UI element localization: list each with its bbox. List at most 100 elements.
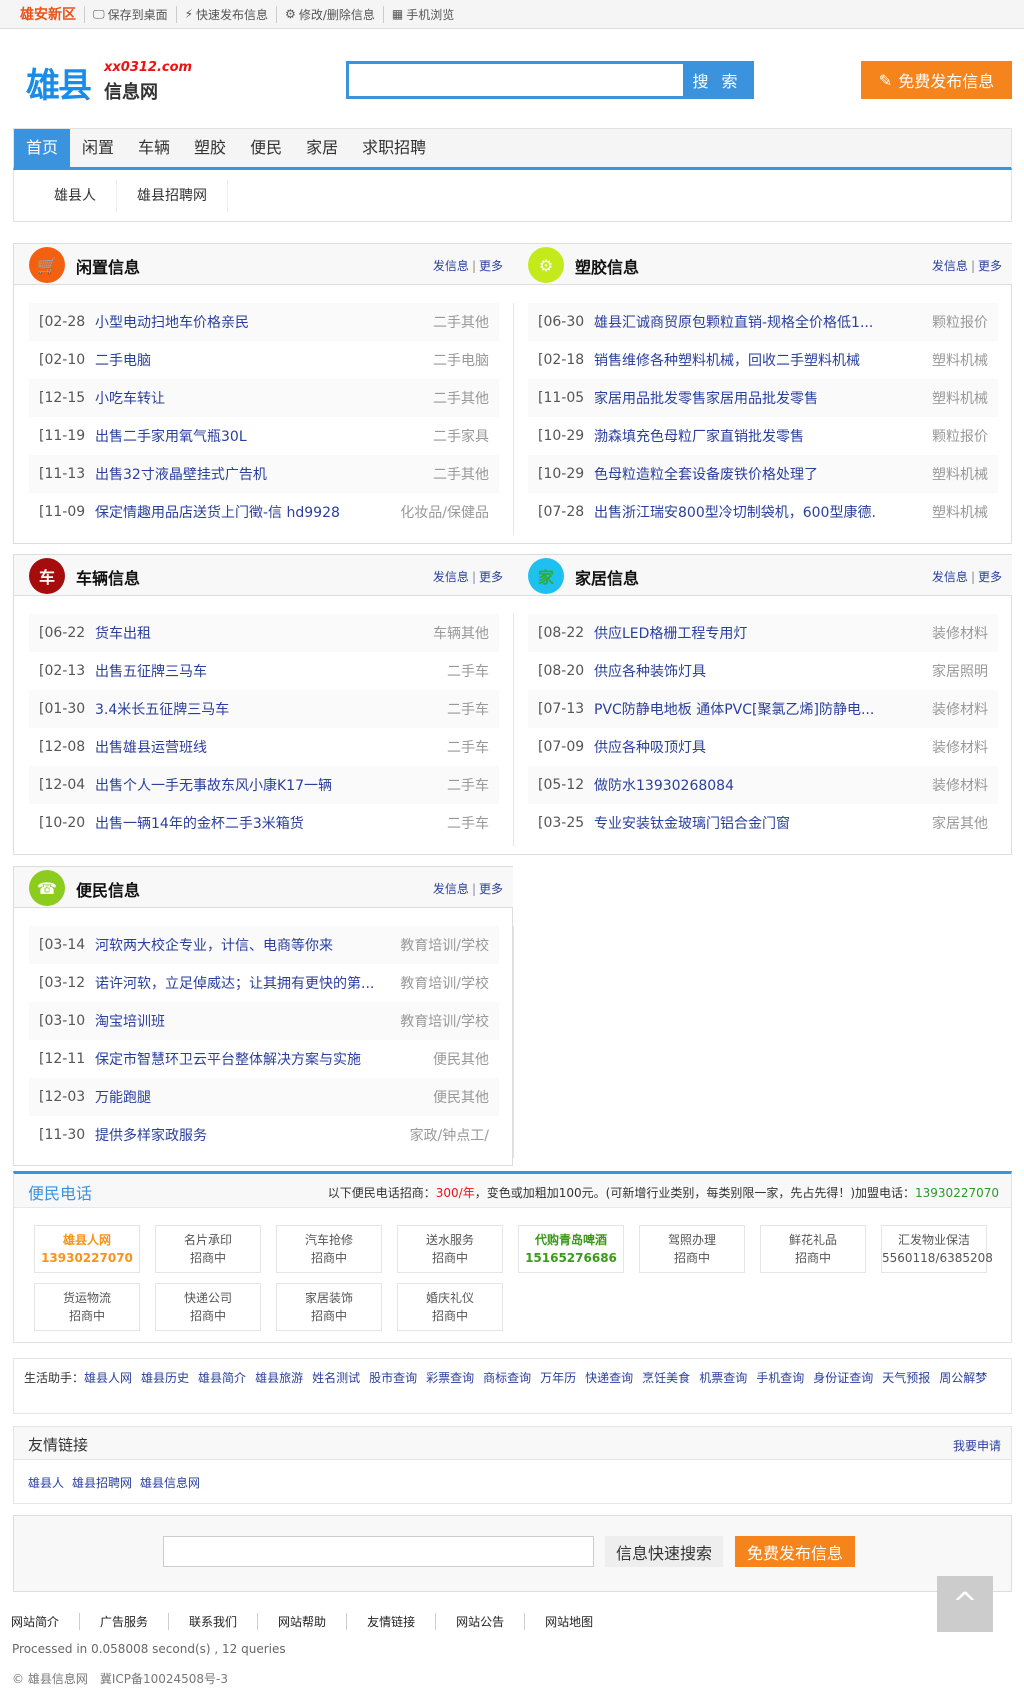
- post-link[interactable]: 发信息: [433, 259, 469, 273]
- item-title[interactable]: 供应各种吸顶灯具: [594, 737, 932, 757]
- item-title[interactable]: 淘宝培训班: [95, 1011, 400, 1031]
- life-link[interactable]: 雄县历史: [141, 1371, 189, 1385]
- item-title[interactable]: 出售二手家用氧气瓶30L: [95, 426, 433, 446]
- item-title[interactable]: 保定市智慧环卫云平台整体解决方案与实施: [95, 1049, 433, 1069]
- phone-tile[interactable]: 汽车抢修 招商中: [276, 1225, 382, 1273]
- apply-link[interactable]: 我要申请: [953, 1437, 1001, 1454]
- life-link[interactable]: 股市查询: [369, 1371, 417, 1385]
- post-link[interactable]: 发信息: [932, 259, 968, 273]
- phone-tile[interactable]: 名片承印 招商中: [155, 1225, 261, 1273]
- item-title[interactable]: 万能跑腿: [95, 1087, 433, 1107]
- item-title[interactable]: 雄县汇诚商贸原包颗粒直销-规格全价格低1...: [594, 312, 932, 332]
- more-link[interactable]: 更多: [978, 259, 1002, 273]
- item-title[interactable]: 供应各种装饰灯具: [594, 661, 932, 681]
- nav-tab[interactable]: 便民: [238, 129, 294, 167]
- post-link[interactable]: 发信息: [932, 570, 968, 584]
- phone-tile[interactable]: 代购青岛啤酒 15165276686: [518, 1225, 624, 1273]
- life-link[interactable]: 机票查询: [699, 1371, 747, 1385]
- item-title[interactable]: 出售浙江瑞安800型冷切制袋机，600型康德.: [594, 502, 932, 522]
- site-logo[interactable]: 雄县 xx0312.com 信息网: [26, 58, 196, 106]
- life-link[interactable]: 万年历: [540, 1371, 576, 1385]
- life-link[interactable]: 雄县简介: [198, 1371, 246, 1385]
- subnav-link[interactable]: 雄县招聘网: [117, 179, 228, 212]
- phone-tile[interactable]: 货运物流 招商中: [34, 1283, 140, 1331]
- more-link[interactable]: 更多: [978, 570, 1002, 584]
- footer-link[interactable]: 网站帮助: [257, 1613, 346, 1630]
- footer-link[interactable]: 友情链接: [346, 1613, 435, 1630]
- post-link[interactable]: 发信息: [433, 570, 469, 584]
- item-title[interactable]: 二手电脑: [95, 350, 433, 370]
- bottom-publish-button[interactable]: 免费发布信息: [735, 1536, 855, 1567]
- footer-link[interactable]: 网站地图: [524, 1613, 613, 1630]
- more-link[interactable]: 更多: [479, 259, 503, 273]
- item-title[interactable]: 专业安装钛金玻璃门铝合金门窗: [594, 813, 932, 833]
- search-button[interactable]: 搜 索: [683, 64, 751, 96]
- life-link[interactable]: 周公解梦: [939, 1371, 987, 1385]
- phone-tile[interactable]: 汇发物业保洁 5560118/6385208: [881, 1225, 993, 1273]
- friend-link[interactable]: 雄县信息网: [140, 1476, 200, 1490]
- nav-tab[interactable]: 车辆: [126, 129, 182, 167]
- edit-delete-link[interactable]: ⚙ 修改/删除信息: [276, 5, 383, 23]
- item-title[interactable]: 货车出租: [95, 623, 433, 643]
- item-title[interactable]: 家居用品批发零售家居用品批发零售: [594, 388, 932, 408]
- item-title[interactable]: 3.4米长五征牌三马车: [95, 699, 447, 719]
- city-link[interactable]: 雄安新区: [20, 4, 76, 24]
- item-title[interactable]: 河软两大校企专业，计信、电商等你来: [95, 935, 400, 955]
- item-title[interactable]: 出售个人一手无事故东风小康K17一辆: [95, 775, 447, 795]
- item-title[interactable]: 出售五征牌三马车: [95, 661, 447, 681]
- phone-tile[interactable]: 快递公司 招商中: [155, 1283, 261, 1331]
- life-link[interactable]: 雄县旅游: [255, 1371, 303, 1385]
- search-input[interactable]: [349, 64, 683, 96]
- nav-tab[interactable]: 塑胶: [182, 129, 238, 167]
- phone-tile[interactable]: 婚庆礼仪 招商中: [397, 1283, 503, 1331]
- footer-link[interactable]: 联系我们: [168, 1613, 257, 1630]
- life-link[interactable]: 商标查询: [483, 1371, 531, 1385]
- item-title[interactable]: 销售维修各种塑料机械，回收二手塑料机械: [594, 350, 932, 370]
- more-link[interactable]: 更多: [479, 570, 503, 584]
- life-link[interactable]: 手机查询: [756, 1371, 804, 1385]
- footer-link[interactable]: 网站公告: [435, 1613, 524, 1630]
- item-title[interactable]: 小吃车转让: [95, 388, 433, 408]
- item-title[interactable]: 小型电动扫地车价格亲民: [95, 312, 433, 332]
- item-title[interactable]: PVC防静电地板 通体PVC[聚氯乙烯]防静电...: [594, 699, 932, 719]
- back-to-top-button[interactable]: ^: [937, 1576, 993, 1632]
- friend-link[interactable]: 雄县人: [28, 1476, 64, 1490]
- save-desktop-link[interactable]: 🖵 保存到桌面: [84, 5, 176, 23]
- item-title[interactable]: 诺许河软，立足倬威达；让其拥有更快的第...: [95, 973, 400, 993]
- phone-tile[interactable]: 雄县人网 13930227070: [34, 1225, 140, 1273]
- publish-button[interactable]: ✎ 免费发布信息: [861, 61, 1012, 99]
- item-title[interactable]: 出售一辆14年的金杯二手3米箱货: [95, 813, 447, 833]
- footer-link[interactable]: 网站简介: [11, 1613, 79, 1630]
- item-title[interactable]: 出售32寸液晶壁挂式广告机: [95, 464, 433, 484]
- nav-tab[interactable]: 家居: [294, 129, 350, 167]
- post-link[interactable]: 发信息: [433, 882, 469, 896]
- life-link[interactable]: 快递查询: [585, 1371, 633, 1385]
- item-title[interactable]: 做防水13930268084: [594, 775, 932, 795]
- nav-tab[interactable]: 首页: [14, 129, 71, 167]
- phone-tile[interactable]: 驾照办理 招商中: [639, 1225, 745, 1273]
- item-title[interactable]: 色母粒造粒全套设备废铁价格处理了: [594, 464, 932, 484]
- item-title[interactable]: 渤森填充色母粒厂家直销批发零售: [594, 426, 932, 446]
- phone-tile[interactable]: 送水服务 招商中: [397, 1225, 503, 1273]
- life-link[interactable]: 彩票查询: [426, 1371, 474, 1385]
- nav-tab[interactable]: 求职招聘: [350, 129, 438, 167]
- life-link[interactable]: 姓名测试: [312, 1371, 360, 1385]
- mobile-link[interactable]: ▦ 手机浏览: [382, 5, 462, 23]
- life-link[interactable]: 身份证查询: [813, 1371, 873, 1385]
- phone-tile[interactable]: 家居装饰 招商中: [276, 1283, 382, 1331]
- subnav-link[interactable]: 雄县人: [34, 179, 117, 212]
- life-link[interactable]: 雄县人网: [84, 1371, 132, 1385]
- item-title[interactable]: 出售雄县运营班线: [95, 737, 447, 757]
- nav-tab[interactable]: 闲置: [70, 129, 126, 167]
- item-title[interactable]: 供应LED格栅工程专用灯: [594, 623, 932, 643]
- more-link[interactable]: 更多: [479, 882, 503, 896]
- bottom-search-input[interactable]: [163, 1536, 594, 1567]
- friend-link[interactable]: 雄县招聘网: [72, 1476, 132, 1490]
- quick-search-button[interactable]: 信息快速搜索: [605, 1536, 723, 1567]
- quick-post-link[interactable]: ⚡ 快速发布信息: [175, 5, 276, 23]
- phone-tile[interactable]: 鲜花礼品 招商中: [760, 1225, 866, 1273]
- life-link[interactable]: 天气预报: [882, 1371, 930, 1385]
- item-title[interactable]: 提供多样家政服务: [95, 1125, 410, 1145]
- footer-link[interactable]: 广告服务: [79, 1613, 168, 1630]
- item-title[interactable]: 保定情趣用品店送货上门徵-信 hd9928: [95, 502, 400, 522]
